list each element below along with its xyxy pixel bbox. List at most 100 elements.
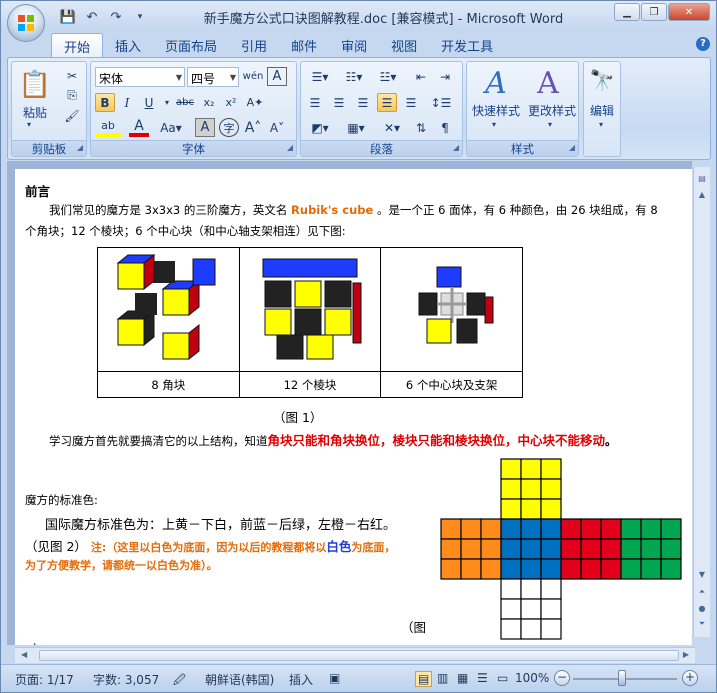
subscript-icon[interactable]: x₂ [199, 93, 219, 112]
strikethrough-icon[interactable]: abc [175, 93, 195, 112]
tab-insert[interactable]: 插入 [103, 33, 153, 57]
draft-icon[interactable]: ▭ [497, 671, 508, 685]
change-styles-dropdown-icon[interactable]: ▾ [548, 120, 552, 129]
ruler-toggle-icon[interactable]: ▤ [695, 171, 709, 185]
change-styles-icon[interactable]: A [531, 66, 565, 101]
line-spacing-icon[interactable]: ↕☰ [427, 93, 455, 112]
paste-button[interactable]: 粘贴 [18, 104, 52, 121]
sort-icon[interactable]: ⇅ [411, 118, 431, 137]
tab-page-layout[interactable]: 页面布局 [153, 33, 229, 57]
show-marks-icon[interactable]: ¶ [435, 118, 455, 137]
editing-button[interactable]: 编辑 [586, 102, 618, 119]
horizontal-scrollbar[interactable]: ◀ ▶ [15, 647, 695, 663]
dialog-launcher-icon[interactable]: ◢ [569, 143, 575, 152]
dialog-launcher-icon[interactable]: ◢ [77, 143, 83, 152]
undo-icon[interactable]: ↶ [81, 7, 103, 27]
borders-icon[interactable]: ▦▾ [341, 118, 371, 137]
copy-icon[interactable]: ⎘ [62, 86, 82, 105]
underline-icon[interactable]: U [139, 93, 159, 112]
print-layout-icon[interactable]: ▤ [415, 671, 433, 687]
tab-mailings[interactable]: 邮件 [279, 33, 329, 57]
scroll-down-icon[interactable]: ▼ [695, 567, 709, 581]
grow-font-icon[interactable]: A˄ [243, 118, 263, 137]
char-border-icon[interactable]: A [267, 67, 287, 86]
shading-icon[interactable]: ◩▾ [305, 118, 335, 137]
multilevel-list-icon[interactable]: ☳▾ [373, 67, 403, 86]
word-count[interactable]: 字数: 3,057 [93, 671, 159, 688]
editing-dropdown-icon[interactable]: ▾ [599, 120, 603, 129]
minimize-icon[interactable]: ▁ [614, 3, 640, 21]
next-page-icon[interactable]: ⏷ [695, 617, 709, 631]
scroll-right-icon[interactable]: ▶ [683, 650, 689, 659]
zoom-out-icon[interactable]: − [554, 670, 570, 686]
chevron-down-icon[interactable]: ▼ [176, 73, 182, 82]
increase-indent-icon[interactable]: ⇥ [435, 67, 455, 86]
quick-styles-dropdown-icon[interactable]: ▾ [492, 120, 496, 129]
font-size-combo[interactable]: 四号 ▼ [187, 67, 239, 87]
web-layout-icon[interactable]: ▦ [457, 671, 468, 685]
font-name-combo[interactable]: 宋体 ▼ [95, 67, 185, 87]
tab-review[interactable]: 审阅 [329, 33, 379, 57]
change-case-icon[interactable]: Aa▾ [157, 118, 185, 137]
quick-styles-button[interactable]: 快速样式 [467, 102, 525, 119]
scroll-left-icon[interactable]: ◀ [21, 650, 27, 659]
underline-dropdown-icon[interactable]: ▾ [157, 93, 177, 112]
char-shading-icon[interactable]: A [195, 118, 215, 137]
tab-developer[interactable]: 开发工具 [429, 33, 505, 57]
zoom-level[interactable]: 100% [515, 671, 549, 685]
save-icon[interactable]: 💾 [57, 7, 79, 27]
numbering-icon[interactable]: ☷▾ [339, 67, 369, 86]
paste-icon[interactable]: 📋 [18, 66, 52, 104]
change-styles-button[interactable]: 更改样式 [523, 102, 581, 119]
tab-home[interactable]: 开始 [51, 33, 104, 57]
bold-icon[interactable]: B [95, 93, 115, 112]
language[interactable]: 朝鲜语(韩国) [205, 671, 274, 688]
paste-dropdown-icon[interactable]: ▾ [27, 120, 31, 129]
enclose-char-icon[interactable]: 字 [219, 118, 239, 137]
proofing-icon[interactable]: 🖉 [173, 671, 186, 692]
quick-styles-icon[interactable]: A [479, 66, 513, 101]
tab-view[interactable]: 视图 [379, 33, 429, 57]
insert-mode[interactable]: 插入 [289, 671, 313, 688]
clear-formatting-icon[interactable]: A✦ [245, 93, 265, 112]
align-center-icon[interactable]: ☰ [329, 93, 349, 112]
previous-page-icon[interactable]: ⏶ [695, 585, 709, 599]
highlight-icon[interactable]: ab [95, 118, 121, 137]
italic-icon[interactable]: I [117, 93, 137, 112]
chinese-layout-icon[interactable]: ✕▾ [377, 118, 407, 137]
bullets-icon[interactable]: ☰▾ [305, 67, 335, 86]
browse-object-icon[interactable]: ● [695, 601, 709, 615]
restore-icon[interactable]: ❐ [641, 3, 667, 21]
shrink-font-icon[interactable]: A˅ [267, 118, 287, 137]
customize-qat-icon[interactable]: ▾ [129, 7, 151, 27]
align-right-icon[interactable]: ☰ [353, 93, 373, 112]
outline-icon[interactable]: ☰ [477, 671, 488, 685]
vertical-scrollbar[interactable]: ▤ ▲ ▼ ⏶ ● ⏷ [693, 167, 710, 637]
decrease-indent-icon[interactable]: ⇤ [411, 67, 431, 86]
full-screen-icon[interactable]: ▥ [437, 671, 448, 685]
align-left-icon[interactable]: ☰ [305, 93, 325, 112]
binoculars-icon[interactable]: 🔭 [588, 66, 616, 94]
cut-icon[interactable]: ✂ [62, 66, 82, 85]
macro-record-icon[interactable]: ▣ [329, 671, 340, 685]
scroll-up-icon[interactable]: ▲ [695, 187, 709, 201]
help-icon[interactable]: ? [696, 37, 710, 51]
page-count[interactable]: 页面: 1/17 [15, 671, 74, 688]
justify-icon[interactable]: ☰ [377, 93, 397, 112]
horizontal-scroll-thumb[interactable] [39, 650, 679, 661]
superscript-icon[interactable]: x² [221, 93, 241, 112]
format-painter-icon[interactable]: 🖌 [62, 106, 82, 125]
close-icon[interactable]: ✕ [668, 3, 710, 21]
tab-references[interactable]: 引用 [229, 33, 279, 57]
phonetic-guide-icon[interactable]: wén [243, 67, 264, 86]
zoom-slider-thumb[interactable] [618, 670, 626, 686]
redo-icon[interactable]: ↷ [105, 7, 127, 27]
dialog-launcher-icon[interactable]: ◢ [453, 143, 459, 152]
distributed-icon[interactable]: ☰ [401, 93, 421, 112]
document-page[interactable]: 前言 我们常见的魔方是 3x3x3 的三阶魔方，英文名 Rubik's cube… [15, 169, 692, 645]
zoom-in-icon[interactable]: + [682, 670, 698, 686]
chevron-down-icon[interactable]: ▼ [230, 73, 236, 82]
dialog-launcher-icon[interactable]: ◢ [287, 143, 293, 152]
font-color-icon[interactable]: A [129, 118, 149, 137]
office-button[interactable] [7, 4, 45, 42]
